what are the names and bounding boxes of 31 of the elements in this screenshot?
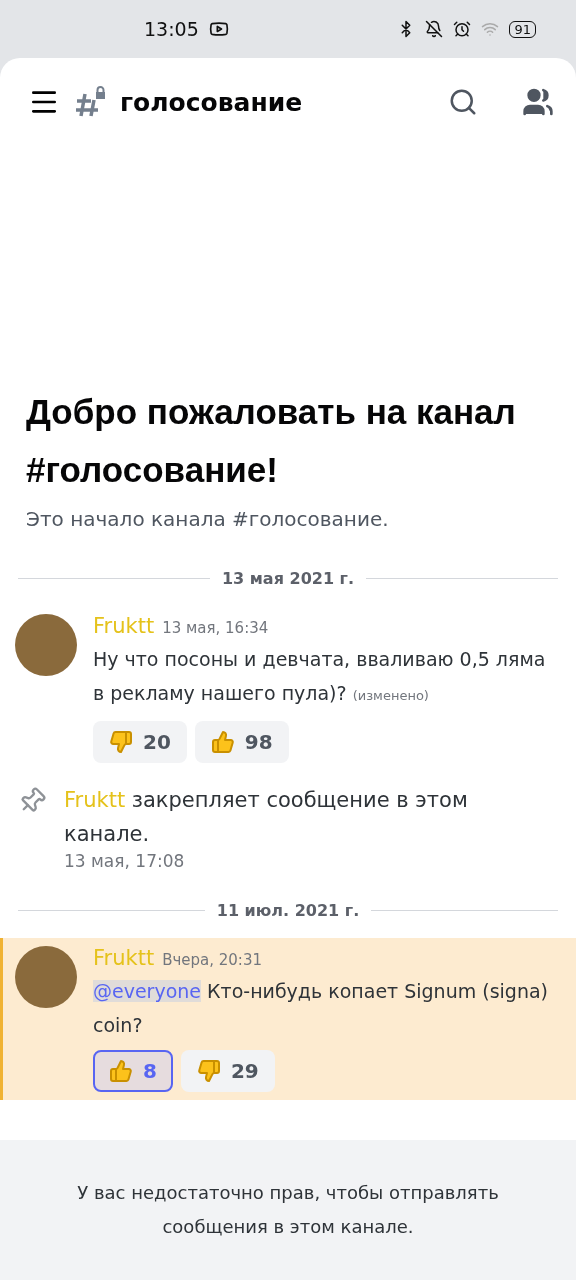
author-name[interactable]: Fruktt <box>93 614 155 638</box>
pin-time: 13 мая, 17:08 <box>64 851 185 871</box>
pin-notice: Fruktt закрепляет сообщение в этом канале. <box>64 787 469 848</box>
message-text: @everyone Кто-нибудь копает Signum (signa) coin? <box>93 979 549 1038</box>
mention-link[interactable]: @everyone <box>93 980 202 1002</box>
message-time: Вчера, 20:31 <box>162 951 262 969</box>
search-icon[interactable] <box>448 87 478 117</box>
members-icon[interactable] <box>522 86 554 118</box>
clock: 13:05 <box>144 18 199 40</box>
video-icon <box>208 19 229 39</box>
thumbs-down-icon <box>109 730 133 754</box>
reaction-button[interactable]: 29 <box>180 1050 275 1092</box>
thumbs-up-icon <box>109 1059 133 1083</box>
alarm-icon <box>453 20 472 38</box>
date-divider: 11 июл. 2021 г. <box>216 901 360 920</box>
bell-off-icon <box>425 20 444 38</box>
date-divider: 13 мая 2021 г. <box>221 569 355 588</box>
reaction-button[interactable]: 8 <box>93 1050 173 1092</box>
thumbs-up-icon <box>210 730 235 754</box>
channel-title: голосование <box>120 87 304 117</box>
message-text: Ну что посоны и девчата, вваливаю 0,5 ляма в рекламу нашего пула)? (изменено) <box>93 647 547 706</box>
welcome-subtitle: Это начало канала #голосование. <box>26 507 390 531</box>
thumbs-down-icon <box>196 1059 221 1083</box>
reaction-button[interactable]: 20 <box>93 721 187 763</box>
locked-hash-icon <box>74 86 106 118</box>
message-time: 13 мая, 16:34 <box>162 619 269 637</box>
permission-notice: У вас недостаточно прав, чтобы отправлять сообщения в этом канале. <box>76 1181 500 1239</box>
battery-level: 91 <box>509 20 536 38</box>
wifi-icon <box>481 20 500 38</box>
reaction-button[interactable]: 98 <box>194 721 289 763</box>
welcome-title: Добро пожаловать на канал #голосование! <box>26 391 517 491</box>
